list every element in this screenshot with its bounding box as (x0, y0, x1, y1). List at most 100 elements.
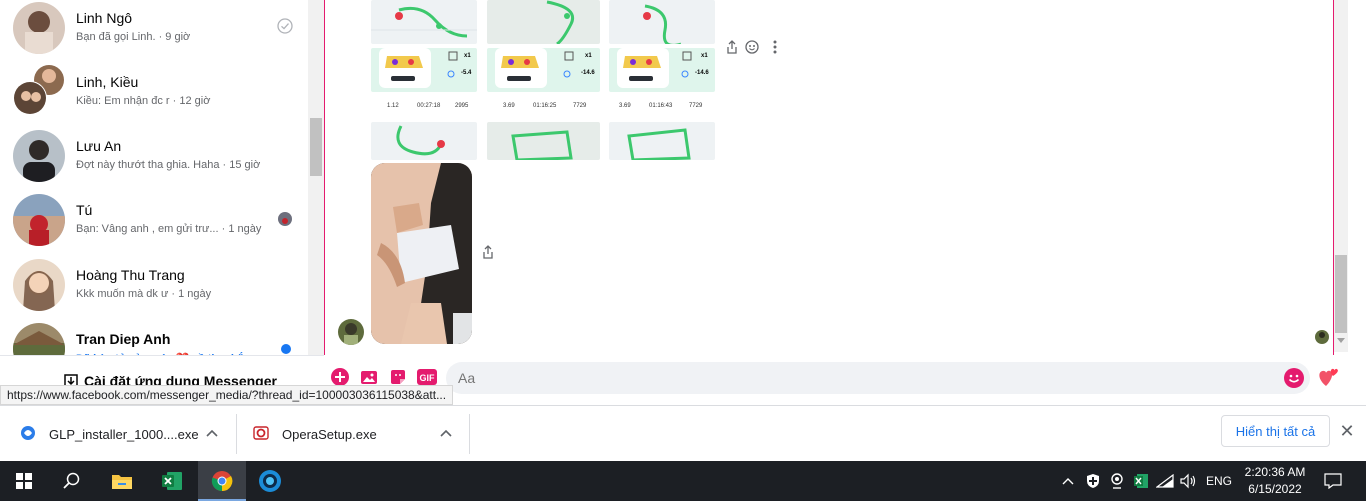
conversation-name: Linh, Kiều (76, 74, 139, 90)
conversation-item[interactable]: Hoàng Thu Trang Kkk muốn mà dk ư · 1 ngà… (0, 259, 308, 323)
conversation-name: Tran Diep Anh (76, 331, 171, 347)
stat-score: -14.6 (695, 70, 709, 76)
shared-image[interactable] (371, 0, 477, 44)
download-bar: GLP_installer_1000....exe OperaSetup.exe (0, 405, 1366, 461)
sticker-icon[interactable] (389, 368, 407, 386)
avatar (13, 259, 65, 311)
svg-text:GIF: GIF (420, 373, 436, 383)
chevron-up-icon[interactable] (440, 429, 452, 437)
tray-volume[interactable] (1178, 461, 1200, 501)
tray-notifications[interactable] (1318, 461, 1348, 501)
conversation-snippet: Kkk muốn mà dk ư · 1 ngày (76, 288, 212, 300)
activity-card[interactable]: x1 -14.6 (487, 48, 600, 92)
read-receipt-avatar (1315, 330, 1329, 344)
stat-multiplier: x1 (464, 53, 471, 59)
photo-icon[interactable] (360, 368, 378, 386)
more-options-icon[interactable] (772, 40, 778, 54)
conversation-name: Hoàng Thu Trang (76, 267, 185, 283)
opera-file-icon (253, 426, 269, 440)
download-filename: OperaSetup.exe (282, 427, 377, 442)
tray-meet[interactable] (1106, 461, 1128, 501)
share-icon[interactable] (482, 245, 494, 259)
folder-icon (112, 475, 132, 489)
download-item[interactable]: GLP_installer_1000....exe (0, 406, 236, 462)
taskbar-chrome[interactable] (198, 461, 246, 501)
stat-multiplier: x1 (701, 53, 708, 59)
emoji-icon[interactable] (1284, 368, 1304, 388)
avatar (13, 130, 65, 182)
notification-icon (1324, 473, 1342, 489)
shared-photo[interactable] (371, 163, 472, 344)
conversation-item[interactable]: Lưu An Đợt này thướt tha ghia. Haha · 15… (0, 130, 308, 194)
webcam-icon (1111, 473, 1123, 489)
shared-image[interactable] (487, 0, 600, 44)
shared-image[interactable] (609, 0, 715, 44)
tray-security[interactable] (1082, 461, 1104, 501)
chat-scrollbar-thumb[interactable] (1335, 255, 1347, 333)
wifi-icon (1156, 474, 1174, 488)
status-url-bar: https://www.facebook.com/messenger_media… (0, 385, 454, 405)
search-icon (63, 472, 80, 489)
tray-excel[interactable] (1130, 461, 1152, 501)
shield-icon (1087, 474, 1099, 488)
stat-score: -14.6 (581, 70, 595, 76)
download-filename: GLP_installer_1000....exe (49, 427, 199, 442)
activity-card[interactable]: x1 -14.6 (609, 48, 715, 92)
group-avatar (13, 65, 65, 118)
messenger-window: Linh Ngô Bạn đã gọi Linh. · 9 giờ Linh, … (0, 0, 1366, 405)
divider (469, 414, 470, 454)
taskbar-excel[interactable] (148, 461, 196, 501)
download-item[interactable]: OperaSetup.exe (237, 406, 469, 462)
shared-image[interactable] (487, 122, 600, 160)
sidebar-scrollbar-thumb[interactable] (310, 118, 322, 176)
seen-avatar-icon (278, 212, 292, 226)
show-hidden-icons[interactable] (1058, 461, 1078, 501)
app-icon (259, 470, 281, 492)
conversation-sidebar: Linh Ngô Bạn đã gọi Linh. · 9 giờ Linh, … (0, 0, 308, 405)
start-button[interactable] (0, 461, 48, 501)
sidebar-scrollbar[interactable] (308, 0, 324, 355)
installer-file-icon (21, 426, 35, 440)
sender-avatar (338, 319, 364, 345)
activity-stats: 3.69 01:16:25 7729 (503, 103, 587, 109)
conversation-snippet: Đợt này thướt tha ghia. Haha · 15 giờ (76, 159, 261, 171)
conversation-snippet: Kiều: Em nhận đc r · 12 giờ (76, 95, 211, 107)
excel-icon (162, 472, 182, 490)
activity-stats: 1.12 00:27:18 2995 (387, 103, 469, 109)
close-download-bar-icon[interactable]: ✕ (1336, 420, 1358, 442)
search-button[interactable] (48, 461, 96, 501)
unread-dot (281, 344, 291, 354)
tray-wifi[interactable] (1154, 461, 1176, 501)
excel-small-icon (1134, 474, 1148, 488)
show-all-downloads-button[interactable]: Hiển thị tất cả (1221, 415, 1330, 447)
taskbar-app[interactable] (246, 461, 294, 501)
clock-time: 2:20:36 AM (1244, 465, 1306, 479)
shared-image[interactable] (371, 122, 477, 160)
gif-icon[interactable]: GIF (417, 368, 437, 386)
conversation-item[interactable]: Tú Bạn: Vâng anh , em gửi trư... · 1 ngà… (0, 194, 308, 258)
windows-taskbar: ENG 2:20:36 AM 6/15/2022 (0, 461, 1366, 501)
conversation-snippet: Bạn: Vâng anh , em gửi trư... · 1 ngày (76, 223, 262, 235)
activity-card[interactable]: x1 -5.4 (371, 48, 477, 92)
heart-reaction-icon[interactable] (1318, 366, 1340, 388)
windows-logo-icon (16, 473, 32, 489)
conversation-item[interactable]: Linh, Kiều Kiều: Em nhận đc r · 12 giờ (0, 65, 308, 130)
share-icon[interactable] (726, 40, 738, 54)
scroll-down-arrow-icon[interactable] (1337, 338, 1345, 344)
taskbar-clock[interactable]: 2:20:36 AM 6/15/2022 (1240, 464, 1310, 498)
more-actions-plus-icon[interactable] (331, 368, 349, 386)
taskbar-file-explorer[interactable] (98, 461, 146, 501)
seen-check-icon (277, 18, 293, 34)
message-input[interactable] (446, 362, 1310, 394)
conversation-snippet: Bạn đã gọi Linh. · 9 giờ (76, 31, 191, 43)
conversation-name: Linh Ngô (76, 10, 133, 26)
react-icon[interactable] (745, 40, 759, 54)
speaker-icon (1180, 473, 1196, 489)
conversation-item[interactable]: Linh Ngô Bạn đã gọi Linh. · 9 giờ (0, 2, 308, 66)
stat-multiplier: x1 (585, 53, 592, 59)
chevron-up-icon[interactable] (206, 429, 218, 437)
shared-image[interactable] (609, 122, 715, 160)
chrome-icon (211, 471, 233, 492)
tray-language[interactable]: ENG (1204, 461, 1234, 501)
clock-date: 6/15/2022 (1248, 482, 1302, 496)
